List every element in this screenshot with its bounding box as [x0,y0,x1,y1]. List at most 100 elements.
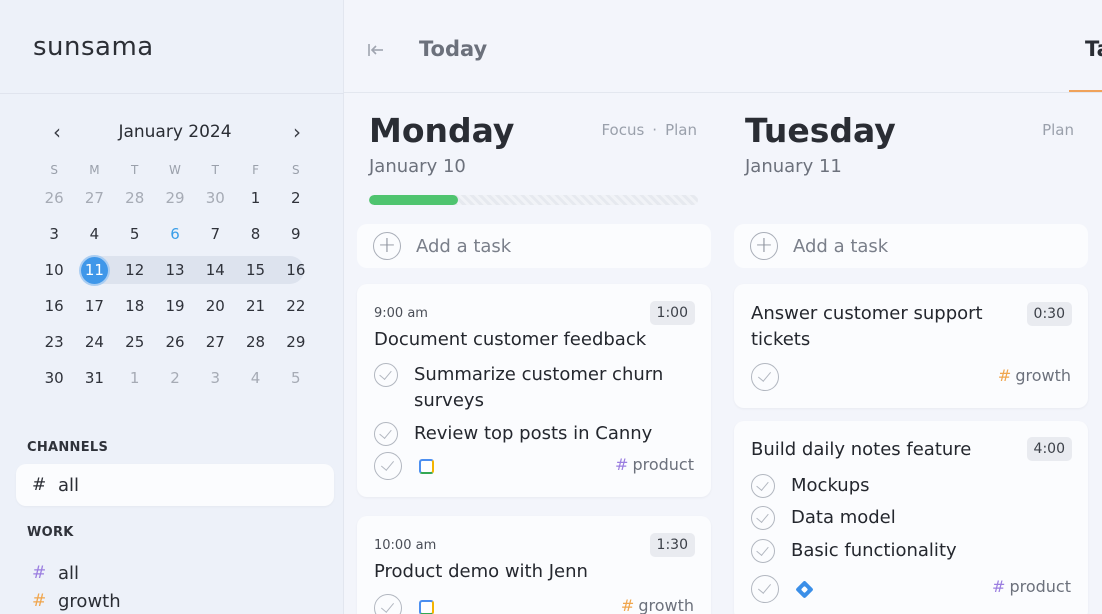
app-logo[interactable]: sunsama [33,32,154,62]
task-complete-check-icon[interactable] [751,575,779,603]
calendar-day[interactable]: 29 [276,328,316,356]
calendar-day[interactable]: 30 [195,184,235,212]
channel-label: all [58,562,80,584]
day-date: January 11 [745,156,842,177]
calendar-day[interactable]: 19 [155,292,195,320]
duration-badge[interactable]: 1:30 [649,533,695,557]
calendar-day-selected[interactable]: 11 [74,256,114,284]
task-title: Answer customer support tickets [751,303,983,350]
calendar-day-today[interactable]: 6 [155,220,195,248]
calendar-day[interactable]: 23 [34,328,74,356]
task-complete-check-icon[interactable] [374,452,402,480]
subtask-item[interactable]: Review top posts in Canny [374,421,652,447]
subtask-label: Data model [791,507,896,528]
subtask-item[interactable]: Summarize customer churn surveys [374,362,674,414]
subtask-item[interactable]: Basic functionality [751,538,957,564]
plus-icon: + [750,232,778,260]
calendar-day[interactable]: 2 [155,364,195,392]
calendar-day[interactable]: 16 [276,256,316,284]
plan-link[interactable]: Plan [665,121,697,139]
focus-link[interactable]: Focus [601,121,644,139]
collapse-left-icon[interactable] [366,40,388,62]
channel-tag[interactable]: # growth [621,596,694,614]
calendar-day[interactable]: 20 [195,292,235,320]
duration-badge[interactable]: 1:00 [649,301,695,325]
calendar-day[interactable]: 27 [74,184,114,212]
calendar-day[interactable]: 3 [195,364,235,392]
calendar-day[interactable]: 25 [115,328,155,356]
calendar-day[interactable]: 24 [74,328,114,356]
weekday-label: T [211,163,219,177]
task-card[interactable]: 9:00 am 1:00 Document customer feedback … [357,284,711,497]
task-complete-check-icon[interactable] [751,363,779,391]
calendar-day[interactable]: 21 [235,292,275,320]
calendar-day[interactable]: 5 [276,364,316,392]
calendar-day[interactable]: 12 [115,256,155,284]
sidebar-divider [0,93,344,94]
channel-tag[interactable]: # product [992,577,1071,596]
calendar-day[interactable]: 13 [155,256,195,284]
weekday-label: S [292,163,300,177]
calendar-day[interactable]: 26 [155,328,195,356]
view-title: Today [419,37,488,61]
work-item-growth[interactable]: # growth [16,591,334,614]
calendar-day[interactable]: 17 [74,292,114,320]
task-card[interactable]: 0:30 Answer customer support tickets # gr… [734,284,1088,408]
calendar-day[interactable]: 2 [276,184,316,212]
tag-label: growth [1015,366,1071,385]
channel-tag[interactable]: # product [615,455,694,474]
calendar-month-label: January 2024 [118,122,232,142]
subtask-check-icon[interactable] [374,363,398,387]
add-task-button[interactable]: + Add a task [734,224,1088,268]
duration-badge[interactable]: 0:30 [1026,302,1072,326]
calendar-day[interactable]: 3 [34,220,74,248]
calendar-day[interactable]: 1 [115,364,155,392]
chevron-right-icon[interactable]: › [284,120,310,146]
calendar-day[interactable]: 16 [34,292,74,320]
calendar-day[interactable]: 29 [155,184,195,212]
calendar-day[interactable]: 1 [235,184,275,212]
subtask-check-icon[interactable] [374,422,398,446]
calendar-day[interactable]: 15 [235,256,275,284]
calendar-week: 26 27 28 29 30 1 2 [34,180,316,216]
tag-label: growth [638,596,694,614]
calendar-week: 3 4 5 6 7 8 9 [34,216,316,252]
calendar-day[interactable]: 5 [115,220,155,248]
calendar-day[interactable]: 18 [115,292,155,320]
subtask-item[interactable]: Data model [751,505,896,531]
calendar-day[interactable]: 22 [276,292,316,320]
calendar-day[interactable]: 27 [195,328,235,356]
calendar-day[interactable]: 7 [195,220,235,248]
task-complete-check-icon[interactable] [374,594,402,614]
calendar-day[interactable]: 28 [115,184,155,212]
subtask-check-icon[interactable] [751,474,775,498]
hash-icon: # [997,366,1012,385]
subtask-item[interactable]: Mockups [751,473,870,499]
tab-partial[interactable]: Ta [1085,37,1102,61]
add-task-button[interactable]: + Add a task [357,224,711,268]
task-time: 10:00 am [374,538,437,553]
task-card[interactable]: 4:00 Build daily notes feature Mockups D… [734,421,1088,614]
hash-icon: # [992,577,1006,596]
channel-label: growth [58,591,121,612]
calendar-day[interactable]: 30 [34,364,74,392]
calendar-day[interactable]: 4 [235,364,275,392]
calendar-day[interactable]: 8 [235,220,275,248]
tag-label: product [1009,577,1071,596]
calendar-day[interactable]: 14 [195,256,235,284]
calendar-day[interactable]: 9 [276,220,316,248]
calendar-day[interactable]: 31 [74,364,114,392]
calendar-day[interactable]: 26 [34,184,74,212]
channel-tag[interactable]: # growth [998,366,1071,385]
plan-link[interactable]: Plan [1042,121,1074,139]
calendar-day[interactable]: 28 [235,328,275,356]
integration-diamond-icon [795,580,814,599]
subtask-check-icon[interactable] [751,506,775,530]
subtask-check-icon[interactable] [751,539,775,563]
calendar-day[interactable]: 4 [74,220,114,248]
duration-badge[interactable]: 4:00 [1026,437,1072,461]
calendar-day[interactable]: 10 [34,256,74,284]
work-item-all[interactable]: # all [16,552,334,594]
channel-item-all[interactable]: # all [16,464,334,506]
task-card[interactable]: 10:00 am 1:30 Product demo with Jenn # gr… [357,516,711,614]
